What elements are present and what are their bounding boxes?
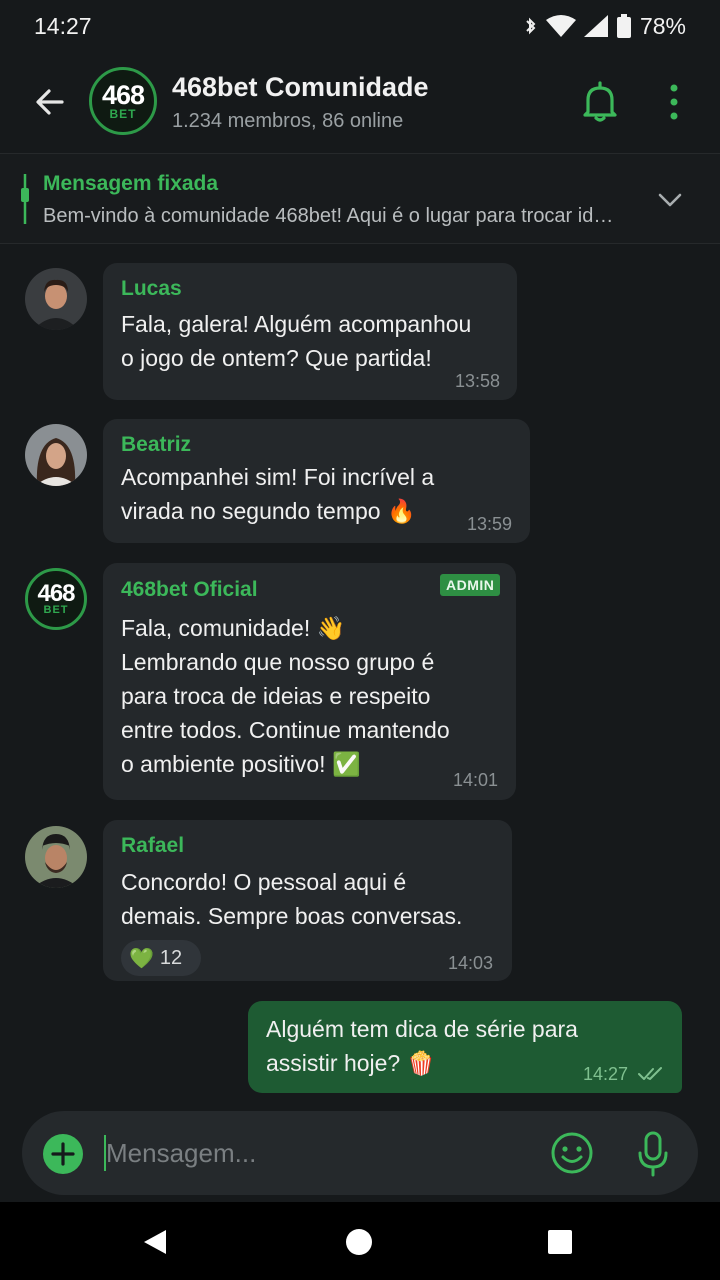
nav-home-icon[interactable]	[346, 1229, 372, 1255]
message-text: Fala, galera! Alguém acompanhou o jogo de…	[121, 311, 472, 371]
pinned-message[interactable]: Mensagem fixada Bem-vindo à comunidade 4…	[0, 153, 720, 244]
message-bubble[interactable]: Lucas Fala, galera! Alguém acompanhou o j…	[103, 263, 517, 400]
message-sender: Rafael	[121, 834, 185, 857]
avatar-rafael[interactable]	[25, 826, 87, 888]
message-bubble[interactable]: Beatriz Acompanhei sim! Foi incrível a vi…	[103, 419, 530, 543]
admin-badge: ADMIN	[440, 574, 501, 596]
status-time: 14:27	[34, 12, 92, 39]
status-bar: 14:27 78%	[0, 0, 720, 52]
message-sender: Lucas	[121, 277, 182, 300]
logo-sub: BET	[109, 107, 137, 121]
message-time: 14:01	[453, 770, 499, 790]
message-text: Alguém tem dica de série para assistir ho…	[266, 1016, 578, 1076]
message-bubble[interactable]: 468bet Oficial ADMIN Fala, comunidade! 👋…	[103, 563, 516, 800]
group-title[interactable]: 468bet Comunidade	[172, 72, 429, 103]
green-heart-icon: 💚	[129, 947, 154, 970]
chevron-down-icon[interactable]	[656, 186, 684, 214]
logo-number: 468	[37, 580, 75, 607]
bell-icon[interactable]	[580, 80, 620, 124]
message-time: 13:58	[455, 371, 501, 391]
back-arrow-icon[interactable]	[32, 84, 68, 120]
message-text: Acompanhei sim! Foi incrível a virada no …	[121, 464, 435, 524]
mic-icon[interactable]	[636, 1131, 670, 1177]
message-composer: Mensagem...	[22, 1111, 698, 1195]
avatar-lucas[interactable]	[25, 268, 87, 330]
emoji-icon[interactable]	[550, 1131, 594, 1175]
double-check-icon	[638, 1067, 662, 1080]
reaction-chip[interactable]: 💚 12	[121, 940, 201, 976]
plus-icon[interactable]	[42, 1133, 84, 1175]
status-icons: 78%	[524, 13, 686, 40]
more-vert-icon[interactable]	[664, 82, 684, 122]
avatar-beatriz[interactable]	[25, 424, 87, 486]
message-time: 13:59	[467, 514, 513, 534]
avatar-468bet[interactable]: 468 BET	[25, 568, 87, 630]
logo-number: 468	[101, 80, 145, 110]
nav-recents-icon[interactable]	[548, 1230, 572, 1254]
signal-icon	[583, 15, 608, 37]
pin-icon	[21, 174, 29, 224]
message-time: 14:27	[583, 1064, 629, 1084]
message-text: Concordo! O pessoal aqui é demais. Sempre…	[121, 869, 463, 929]
battery-icon	[616, 14, 631, 38]
bluetooth-icon	[526, 17, 536, 35]
pinned-text: Bem-vindo à comunidade 468bet! Aqui é o …	[43, 205, 623, 227]
message-sender: Beatriz	[121, 433, 192, 456]
reaction-count: 12	[159, 946, 183, 969]
message-input[interactable]: Mensagem...	[106, 1138, 256, 1169]
message-sender: 468bet Oficial	[121, 578, 258, 601]
message-bubble[interactable]: Rafael Concordo! O pessoal aqui é demais.…	[103, 820, 512, 981]
pinned-title: Mensagem fixada	[43, 172, 219, 195]
message-time: 14:03	[448, 953, 494, 973]
chat-header: 468 BET 468bet Comunidade 1.234 membros,…	[0, 52, 720, 152]
group-subtitle: 1.234 membros, 86 online	[172, 110, 404, 132]
group-avatar[interactable]: 468 BET	[89, 67, 157, 135]
system-nav-bar	[0, 1202, 720, 1280]
outgoing-message-bubble[interactable]: Alguém tem dica de série para assistir ho…	[248, 1001, 682, 1093]
nav-back-icon[interactable]	[142, 1228, 168, 1256]
message-text: Fala, comunidade! 👋 Lembrando que nosso …	[121, 615, 450, 777]
logo-sub: BET	[43, 604, 69, 616]
wifi-icon	[545, 15, 576, 37]
battery-percent: 78%	[639, 12, 686, 39]
